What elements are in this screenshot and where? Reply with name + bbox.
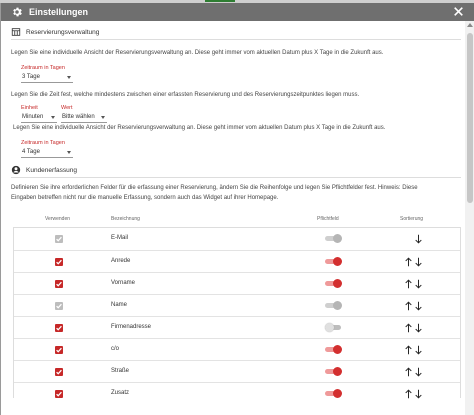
- required-toggle: [325, 301, 342, 310]
- range1-label: Zeitraum in Tagen: [21, 65, 65, 71]
- settings-dialog: Einstellungen Reservierungsverwaltung Le…: [0, 3, 474, 415]
- toggle-knob: [333, 367, 342, 376]
- table-row: c/o: [14, 338, 460, 360]
- range2-select[interactable]: 4 Tage: [21, 148, 73, 158]
- use-checkbox[interactable]: [55, 280, 63, 288]
- arrow-up-icon[interactable]: [405, 257, 412, 267]
- required-toggle[interactable]: [325, 345, 342, 354]
- field-name: c/o: [111, 346, 120, 352]
- section-reservation-title: Reservierungsverwaltung: [26, 28, 100, 36]
- scrollbar-thumb[interactable]: [467, 33, 473, 203]
- fields-table: E-Mail Anrede Vorname Name Firmenadresse c/o S…: [13, 227, 461, 399]
- arrow-up-icon[interactable]: [405, 389, 412, 399]
- chevron-down-icon: [101, 116, 105, 119]
- field-name: Vorname: [111, 280, 136, 286]
- column-header-name: Bezeichnung: [111, 216, 140, 222]
- dialog-content: Reservierungsverwaltung Legen Sie eine i…: [1, 21, 474, 415]
- toggle-knob: [325, 323, 334, 332]
- arrow-down-icon[interactable]: [415, 301, 422, 311]
- use-checkbox: [55, 302, 63, 310]
- gear-icon: [13, 7, 22, 17]
- dialog-titlebar: Einstellungen: [1, 3, 474, 21]
- arrow-up-icon[interactable]: [405, 345, 412, 355]
- required-toggle[interactable]: [325, 367, 342, 376]
- toggle-knob: [333, 345, 342, 354]
- arrow-down-icon[interactable]: [415, 345, 422, 355]
- toggle-knob: [333, 257, 342, 266]
- scrollbar[interactable]: [465, 21, 474, 415]
- arrow-down-icon[interactable]: [415, 257, 422, 267]
- column-header-use: Verwenden: [45, 216, 71, 222]
- toggle-knob: [333, 279, 342, 288]
- customer-desc-line-1: Definieren Sie ihre erforderlichen Felde…: [11, 185, 418, 191]
- arrow-down-icon[interactable]: [415, 279, 422, 289]
- toggle-knob: [333, 301, 342, 310]
- use-checkbox[interactable]: [55, 346, 63, 354]
- use-checkbox[interactable]: [55, 324, 63, 332]
- customer-desc-line-2: Eingaben betreffen nicht nur die manuell…: [11, 195, 279, 201]
- required-toggle[interactable]: [325, 257, 342, 266]
- reservation-desc-2: Legen Sie die Zeit fest, welche mindeste…: [11, 92, 360, 98]
- value-select[interactable]: Bitte wählen: [61, 113, 107, 123]
- unit-label: Einheit: [21, 105, 38, 111]
- table-row: Name: [14, 294, 460, 316]
- chevron-down-icon: [67, 76, 71, 79]
- field-name: Zusatz: [111, 390, 130, 396]
- required-toggle: [325, 234, 342, 243]
- dialog-title: Einstellungen: [29, 7, 89, 17]
- value-value: Bitte wählen: [62, 114, 95, 120]
- required-toggle[interactable]: [325, 323, 341, 332]
- arrow-down-icon[interactable]: [415, 389, 422, 399]
- table-row: Firmenadresse: [14, 316, 460, 338]
- use-checkbox[interactable]: [55, 258, 63, 266]
- column-header-sort: Sortierung: [400, 216, 424, 222]
- arrow-down-icon[interactable]: [415, 367, 422, 377]
- use-checkbox[interactable]: [55, 368, 63, 376]
- field-name: Firmenadresse: [111, 324, 152, 330]
- use-checkbox[interactable]: [55, 390, 63, 398]
- toggle-knob: [333, 389, 342, 398]
- toggle-knob: [333, 234, 342, 243]
- calendar-table-icon: [11, 28, 21, 36]
- chevron-down-icon: [67, 151, 71, 154]
- table-row: Zusatz: [14, 382, 460, 404]
- scroll-up-icon[interactable]: [467, 23, 473, 27]
- range2-label: Zeitraum in Tagen: [21, 140, 65, 146]
- arrow-up-icon[interactable]: [405, 279, 412, 289]
- arrow-up-icon[interactable]: [405, 323, 412, 333]
- close-icon[interactable]: [452, 5, 465, 18]
- reservation-desc-1: Legen Sie eine individuelle Ansicht der …: [11, 50, 384, 56]
- arrow-up-icon[interactable]: [405, 367, 412, 377]
- unit-value: Minuten: [22, 114, 44, 120]
- table-row: Anrede: [14, 250, 460, 272]
- background-accent: [205, 0, 235, 2]
- range1-select[interactable]: 3 Tage: [21, 73, 73, 83]
- account-circle-icon: [11, 165, 21, 175]
- arrow-down-icon[interactable]: [415, 323, 422, 333]
- reservation-desc-3: Legen Sie eine individuelle Ansicht der …: [13, 125, 386, 131]
- required-toggle[interactable]: [325, 389, 342, 398]
- arrow-up-icon[interactable]: [405, 301, 412, 311]
- unit-select[interactable]: Minuten: [21, 113, 57, 123]
- column-header-required: Pflichtfeld: [317, 216, 339, 222]
- section-customer-title: Kundenerfassung: [26, 166, 77, 174]
- required-toggle[interactable]: [325, 279, 342, 288]
- arrow-down-icon[interactable]: [415, 234, 422, 244]
- field-name: Name: [111, 302, 128, 308]
- value-label: Wert: [61, 105, 73, 111]
- chevron-down-icon: [51, 116, 55, 119]
- range2-value: 4 Tage: [22, 149, 40, 155]
- section-customer-header: Kundenerfassung: [11, 163, 461, 178]
- field-name: E-Mail: [111, 235, 129, 241]
- range1-value: 3 Tage: [22, 74, 40, 80]
- field-name: Anrede: [111, 258, 131, 264]
- table-row: Straße: [14, 360, 460, 382]
- section-reservation-header: Reservierungsverwaltung: [11, 25, 461, 40]
- field-name: Straße: [111, 368, 130, 374]
- use-checkbox: [55, 235, 63, 243]
- table-row: Vorname: [14, 272, 460, 294]
- table-row: E-Mail: [14, 228, 460, 250]
